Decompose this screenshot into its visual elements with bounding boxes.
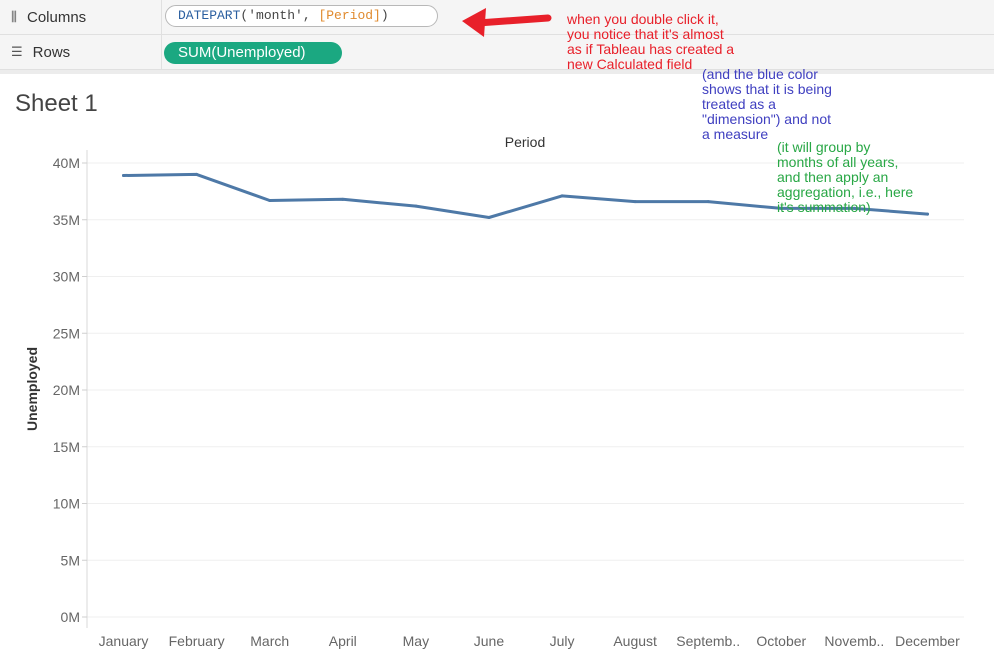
red-arrow-icon [474, 14, 552, 27]
annotation-blue-line: "dimension") and not [702, 111, 832, 127]
y-tick-label: 5M [61, 552, 80, 568]
annotation-blue-line: treated as a [702, 96, 776, 112]
x-tick-label: February [169, 633, 225, 649]
red-arrow-head-icon [462, 8, 486, 37]
y-tick-label: 0M [61, 609, 80, 625]
data-point [414, 204, 418, 208]
data-point [706, 200, 710, 204]
line-chart: 0M 5M 10M 15M 20M 25M 30M 35M 40M January February… [24, 8, 964, 649]
y-axis-title: Unemployed [24, 347, 40, 431]
x-tick-label: Septemb.. [676, 633, 740, 649]
x-tick-label: April [329, 633, 357, 649]
data-point [487, 215, 491, 219]
y-tick-label: 25M [53, 325, 80, 341]
x-tick-label: July [550, 633, 575, 649]
x-tick-label: January [99, 633, 149, 649]
annotation-blue-line: (and the blue color [702, 66, 818, 82]
x-tick-label: May [403, 633, 429, 649]
annotation-green: (it will group by months of all years, a… [777, 140, 913, 215]
annotation-blue: (and the blue color shows that it is bei… [702, 67, 832, 142]
annotation-green-line: aggregation, i.e., here [777, 184, 914, 200]
x-tick-label: June [474, 633, 505, 649]
annotation-green-line: (it will group by [777, 139, 871, 155]
x-tick-label: December [895, 633, 960, 649]
data-point [195, 172, 199, 176]
y-tick-label: 40M [53, 155, 80, 171]
data-point [122, 173, 126, 177]
x-tick-label: October [756, 633, 806, 649]
x-tick-label: Novemb.. [824, 633, 884, 649]
annotation-green-line: months of all years, [777, 154, 899, 170]
annotation-blue-line: shows that it is being [702, 81, 832, 97]
y-tick-label: 10M [53, 496, 80, 512]
x-tick-label: August [613, 633, 657, 649]
chart-title: Period [505, 134, 545, 150]
y-tick-label: 20M [53, 382, 80, 398]
x-tick-label: March [250, 633, 289, 649]
annotation-red-line: when you double click it, [567, 11, 719, 27]
data-point [268, 198, 272, 202]
annotation-green-line: and then apply an [777, 169, 889, 185]
data-point [925, 212, 929, 216]
annotation-red-line: you notice that it's almost [567, 26, 724, 42]
annotation-green-line: it's summation) [777, 199, 871, 215]
data-point [341, 197, 345, 201]
y-tick-label: 30M [53, 269, 80, 285]
data-point [560, 194, 564, 198]
annotation-red-line: as if Tableau has created a [567, 41, 735, 57]
annotation-red: when you double click it, you notice tha… [567, 12, 734, 72]
y-tick-label: 15M [53, 439, 80, 455]
data-point [633, 200, 637, 204]
y-tick-label: 35M [53, 212, 80, 228]
